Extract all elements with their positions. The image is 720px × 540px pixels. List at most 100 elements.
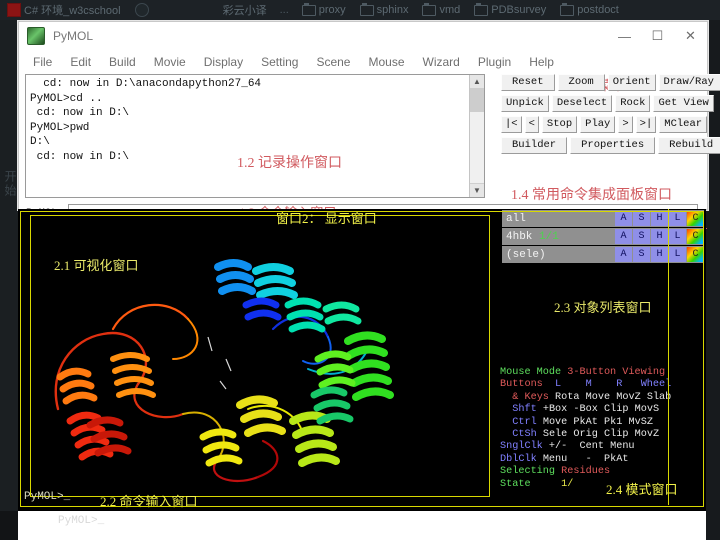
toggle-color[interactable]: C [687,247,704,262]
cell-R6: PkAt [604,454,628,465]
toggle-show[interactable]: S [633,229,650,244]
cell-M3: PkAt [573,417,597,428]
tab-label: vmd [439,4,460,16]
cell-M6: - [586,454,592,465]
menu-item-file[interactable]: File [24,53,61,71]
menu-item-edit[interactable]: Edit [61,53,100,71]
tab-item[interactable]: vmd [415,4,467,16]
toggle-actions[interactable]: A [615,229,632,244]
orient-button[interactable]: Orient [608,74,656,91]
object-row-all[interactable]: all A S H L C [502,210,704,227]
toggle-label[interactable]: L [669,229,686,244]
properties-button[interactable]: Properties [570,137,655,154]
pymol-menu-window: PyMOL — ☐ ✕ 窗口1：菜单窗口，整合了PyMOL的各个功能 File … [18,21,708,210]
tab-label: C# 环境_w3cschool [24,2,121,18]
scroll-down-icon[interactable]: ▼ [470,183,484,197]
menu-item-plugin[interactable]: Plugin [469,53,520,71]
mclear-button[interactable]: MClear [659,116,707,133]
movie-play-button[interactable]: Play [580,116,615,133]
minimize-button[interactable]: — [608,22,641,50]
unpick-button[interactable]: Unpick [501,95,549,112]
tab-item[interactable] [128,3,156,17]
zoom-button[interactable]: Zoom [558,74,605,91]
sidebar-highlight-line [668,209,669,505]
annotation-button-panel: 1.4 常用命令集成面板窗口 [511,184,672,204]
draw-ray-button[interactable]: Draw/Ray ▾ [659,74,720,91]
tab-item[interactable]: C# 环境_w3cschool [0,2,128,18]
cell-L6: Menu [543,454,567,465]
movie-last-button[interactable]: >| [636,116,657,133]
deselect-button[interactable]: Deselect [552,95,612,112]
toggle-actions[interactable]: A [615,247,632,262]
movie-back-button[interactable]: < [525,116,539,133]
button-row-3: |< < Stop Play > >| MClear [501,116,701,133]
selecting-value: Residues [561,466,610,477]
buttons-label: Buttons [500,379,543,390]
menu-item-display[interactable]: Display [195,53,252,71]
toggle-show[interactable]: S [633,247,650,262]
toggle-hide[interactable]: H [651,211,668,226]
toggle-color[interactable]: C [687,211,704,226]
cell-L5: +/- [549,441,567,452]
col-R: R [616,379,622,390]
globe-icon [135,3,149,17]
tab-item[interactable]: proxy [295,4,353,16]
tab-label: postdoct [577,4,619,16]
selecting-label: Selecting [500,466,555,477]
rock-button[interactable]: Rock [615,95,650,112]
folder-icon [560,5,574,16]
menu-item-build[interactable]: Build [100,53,145,71]
window-title: PyMOL [53,29,93,43]
menu-item-wizard[interactable]: Wizard [414,53,469,71]
tab-item[interactable]: sphinx [353,4,416,16]
menu-item-scene[interactable]: Scene [307,53,359,71]
object-row-sele[interactable]: (sele) A S H L C [502,246,704,263]
object-name: (sele) [502,249,614,261]
movie-stop-button[interactable]: Stop [542,116,577,133]
maximize-button[interactable]: ☐ [641,22,674,50]
cell-M5: Cent [580,441,604,452]
viewer-command-prompt[interactable]: PyMOL>_ [24,491,70,503]
app-logo-icon [7,3,21,17]
viewer-canvas[interactable]: 窗口2： 显示窗口 2.1 可视化窗口 PyMOL>_ 2.2 命令输入窗口 [18,209,498,511]
menu-item-help[interactable]: Help [520,53,563,71]
tab-item[interactable]: postdoct [553,4,626,16]
annotation-mode-panel: 2.4 模式窗口 [606,479,678,498]
object-state: 1/1 [539,231,559,243]
window-title-bar[interactable]: PyMOL — ☐ ✕ [19,22,707,50]
menu-item-mouse[interactable]: Mouse [359,53,413,71]
tab-item[interactable]: PDBsurvey [467,4,553,16]
key-ctsh: CtSh [512,429,536,440]
log-scrollbar[interactable]: ▲ ▼ [469,75,484,197]
reset-button[interactable]: Reset [501,74,555,91]
scroll-up-icon[interactable]: ▲ [470,75,484,89]
cell-M1: Move [586,392,610,403]
toggle-label[interactable]: L [669,211,686,226]
movie-forward-button[interactable]: > [618,116,632,133]
rebuild-button[interactable]: Rebuild [658,137,720,154]
movie-first-button[interactable]: |< [501,116,522,133]
mouse-mode-label: Mouse Mode [500,367,561,378]
menu-item-setting[interactable]: Setting [252,53,307,71]
desktop-left-strip: 开始 [0,20,18,540]
close-button[interactable]: ✕ [674,22,707,50]
tab-item[interactable]: 彩云小译 [216,2,274,18]
get-view-button[interactable]: Get View [653,95,713,112]
desktop-side-text: 开始 [2,170,19,198]
key-dblclk: DblClk [500,454,537,465]
col-M: M [586,379,592,390]
toggle-color[interactable]: C [687,229,704,244]
tab-label: proxy [319,4,346,16]
toggle-label[interactable]: L [669,247,686,262]
scroll-thumb[interactable] [470,88,484,112]
menu-item-movie[interactable]: Movie [145,53,195,71]
object-row-4hbk[interactable]: 4hbk 1/1 A S H L C [502,228,704,245]
builder-button[interactable]: Builder [501,137,567,154]
tab-overflow-label[interactable]: ... [274,4,295,16]
toggle-show[interactable]: S [633,211,650,226]
cell-W4: MovZ [635,429,659,440]
toggle-hide[interactable]: H [651,247,668,262]
col-Wheel: Wheel [641,379,672,390]
toggle-actions[interactable]: A [615,211,632,226]
toggle-hide[interactable]: H [651,229,668,244]
